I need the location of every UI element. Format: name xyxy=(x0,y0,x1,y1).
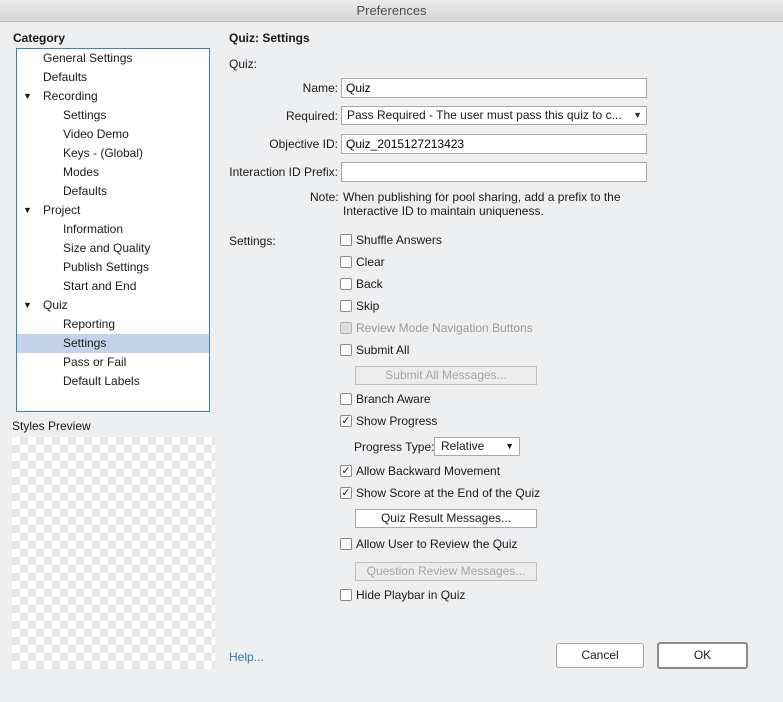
progress-type-select[interactable]: Relative ▼ xyxy=(434,437,520,456)
note-text: When publishing for pool sharing, add a … xyxy=(343,190,621,218)
checkbox-label: Allow User to Review the Quiz xyxy=(356,537,518,551)
sidebar-item-label: Settings xyxy=(63,108,107,122)
checkbox-box[interactable] xyxy=(340,538,352,550)
styles-preview-heading: Styles Preview xyxy=(12,419,91,433)
sidebar-item-label: Size and Quality xyxy=(63,241,151,255)
sidebar-item-label: Default Labels xyxy=(63,374,140,388)
category-tree[interactable]: General Settings Defaults ▼ Recording Settin… xyxy=(16,48,210,412)
sidebar-item-label: General Settings xyxy=(43,51,133,65)
sidebar-item-start-and-end[interactable]: Start and End xyxy=(17,277,209,296)
sidebar-item-label: Settings xyxy=(63,336,107,350)
sidebar-item-label: Pass or Fail xyxy=(63,355,127,369)
sidebar-item-general-settings[interactable]: General Settings xyxy=(17,49,209,68)
sidebar-item-label: Information xyxy=(63,222,124,236)
sidebar-item-recording[interactable]: ▼ Recording xyxy=(17,87,209,106)
sidebar-item-label: Quiz xyxy=(43,298,68,312)
checkbox-label: Back xyxy=(356,277,383,291)
checkbox-label: Shuffle Answers xyxy=(356,233,442,247)
settings-group-label: Settings: xyxy=(229,234,276,248)
sidebar-item-label: Recording xyxy=(43,89,98,103)
quiz-result-messages-button[interactable]: Quiz Result Messages... xyxy=(355,509,537,528)
category-heading: Category xyxy=(13,31,66,45)
required-select[interactable]: Pass Required - The user must pass this … xyxy=(341,106,647,125)
window-titlebar: Preferences xyxy=(0,0,783,22)
sidebar-item-label: Keys - (Global) xyxy=(63,146,144,160)
disclosure-triangle-icon[interactable]: ▼ xyxy=(23,296,32,315)
objective-id-label: Objective ID: xyxy=(269,137,338,151)
chevron-down-icon: ▼ xyxy=(633,110,642,120)
checkbox-box[interactable] xyxy=(340,589,352,601)
disclosure-triangle-icon[interactable]: ▼ xyxy=(23,87,32,106)
sidebar-item-label: Defaults xyxy=(63,184,108,198)
sidebar-item-label: Publish Settings xyxy=(63,260,150,274)
name-field[interactable] xyxy=(341,78,647,98)
note-label: Note: xyxy=(310,190,339,204)
interaction-id-prefix-field[interactable] xyxy=(341,162,647,182)
sidebar-item-settings[interactable]: Settings xyxy=(17,334,209,353)
checkbox-label: Skip xyxy=(356,299,380,313)
sidebar-item-publish-settings[interactable]: Publish Settings xyxy=(17,258,209,277)
checkbox-box[interactable] xyxy=(340,393,352,405)
disclosure-triangle-icon[interactable]: ▼ xyxy=(23,201,32,220)
preferences-dialog: Category General Settings Defaults ▼ Record… xyxy=(0,22,783,702)
required-label: Required: xyxy=(285,109,338,123)
page-title: Quiz: Settings xyxy=(229,31,310,45)
checkbox-label: Show Progress xyxy=(356,414,438,428)
checkbox-box[interactable]: ✓ xyxy=(340,415,352,427)
submit-all-messages-button: Submit All Messages... xyxy=(355,366,537,385)
sidebar-item-label: Modes xyxy=(63,165,100,179)
checkbox-label: Show Score at the End of the Quiz xyxy=(356,486,541,500)
checkbox-box[interactable] xyxy=(340,300,352,312)
sidebar-item-reporting[interactable]: Reporting xyxy=(17,315,209,334)
sidebar-item-defaults[interactable]: Defaults xyxy=(17,182,209,201)
sidebar-item-label: Defaults xyxy=(43,70,88,84)
name-label: Name: xyxy=(302,81,338,95)
checkbox-label: Submit All xyxy=(356,343,410,357)
sidebar-item-information[interactable]: Information xyxy=(17,220,209,239)
objective-id-field[interactable] xyxy=(341,134,647,154)
sidebar-item-label: Project xyxy=(43,203,81,217)
checkbox-box[interactable] xyxy=(340,344,352,356)
sidebar-item-pass-or-fail[interactable]: Pass or Fail xyxy=(17,353,209,372)
checkbox-label: Review Mode Navigation Buttons xyxy=(356,321,533,335)
sidebar-item-quiz[interactable]: ▼ Quiz xyxy=(17,296,209,315)
checkbox-label: Allow Backward Movement xyxy=(356,464,501,478)
checkbox-box[interactable] xyxy=(340,256,352,268)
sidebar-item-keys-global[interactable]: Keys - (Global) xyxy=(17,144,209,163)
chevron-down-icon: ▼ xyxy=(505,441,514,451)
sidebar-item-label: Video Demo xyxy=(63,127,129,141)
checkbox-label: Hide Playbar in Quiz xyxy=(356,588,466,602)
checkbox-label: Branch Aware xyxy=(356,392,431,406)
question-review-messages-button: Question Review Messages... xyxy=(355,562,537,581)
help-link[interactable]: Help... xyxy=(229,650,264,664)
sidebar-item-default-labels[interactable]: Default Labels xyxy=(17,372,209,391)
checkbox-box[interactable] xyxy=(340,278,352,290)
sidebar-item-modes[interactable]: Modes xyxy=(17,163,209,182)
checkbox-box xyxy=(340,322,352,334)
cancel-button[interactable]: Cancel xyxy=(556,643,644,668)
sidebar-item-settings[interactable]: Settings xyxy=(17,106,209,125)
checkbox-label: Clear xyxy=(356,255,385,269)
checkbox-box[interactable]: ✓ xyxy=(340,465,352,477)
sidebar-item-defaults[interactable]: Defaults xyxy=(17,68,209,87)
progress-type-label: Progress Type: xyxy=(354,440,435,454)
sidebar-item-label: Start and End xyxy=(63,279,137,293)
progress-type-value: Relative xyxy=(441,439,485,453)
sidebar-item-project[interactable]: ▼ Project xyxy=(17,201,209,220)
quiz-group-label: Quiz: xyxy=(229,57,258,71)
styles-preview-canvas xyxy=(12,437,215,669)
checkbox-box[interactable]: ✓ xyxy=(340,487,352,499)
checkbox-box[interactable] xyxy=(340,234,352,246)
interaction-id-prefix-label: Interaction ID Prefix: xyxy=(229,165,338,179)
required-select-value: Pass Required - The user must pass this … xyxy=(347,108,622,122)
sidebar-item-video-demo[interactable]: Video Demo xyxy=(17,125,209,144)
sidebar-item-label: Reporting xyxy=(63,317,116,331)
window-title: Preferences xyxy=(356,3,427,18)
ok-button[interactable]: OK xyxy=(657,642,748,669)
sidebar-item-size-and-quality[interactable]: Size and Quality xyxy=(17,239,209,258)
